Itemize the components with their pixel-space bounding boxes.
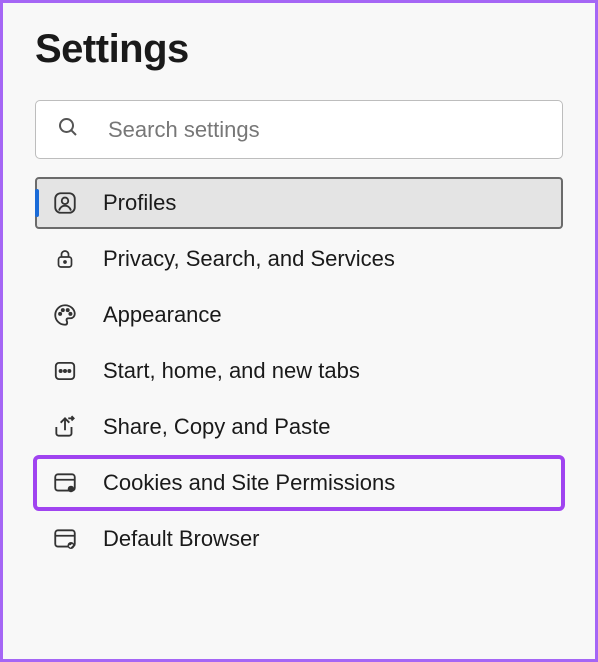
search-input[interactable]	[108, 117, 542, 143]
page-title: Settings	[35, 27, 563, 72]
nav-label: Profiles	[103, 190, 176, 216]
nav-item-start-home-tabs[interactable]: Start, home, and new tabs	[35, 345, 563, 397]
window-icon	[51, 357, 79, 385]
nav-item-share-copy-paste[interactable]: Share, Copy and Paste	[35, 401, 563, 453]
search-box[interactable]	[35, 100, 563, 159]
nav-label: Privacy, Search, and Services	[103, 246, 395, 272]
share-icon	[51, 413, 79, 441]
lock-icon	[51, 245, 79, 273]
settings-nav: Profiles Privacy, Search, and Services A…	[35, 177, 563, 565]
palette-icon	[51, 301, 79, 329]
nav-label: Start, home, and new tabs	[103, 358, 360, 384]
nav-item-privacy[interactable]: Privacy, Search, and Services	[35, 233, 563, 285]
site-permissions-icon	[51, 469, 79, 497]
nav-label: Share, Copy and Paste	[103, 414, 330, 440]
nav-item-appearance[interactable]: Appearance	[35, 289, 563, 341]
nav-label: Cookies and Site Permissions	[103, 470, 395, 496]
profiles-icon	[51, 189, 79, 217]
nav-label: Default Browser	[103, 526, 260, 552]
nav-item-cookies-permissions[interactable]: Cookies and Site Permissions	[35, 457, 563, 509]
nav-item-default-browser[interactable]: Default Browser	[35, 513, 563, 565]
default-browser-icon	[51, 525, 79, 553]
nav-item-profiles[interactable]: Profiles	[35, 177, 563, 229]
nav-label: Appearance	[103, 302, 222, 328]
search-icon	[56, 115, 80, 144]
